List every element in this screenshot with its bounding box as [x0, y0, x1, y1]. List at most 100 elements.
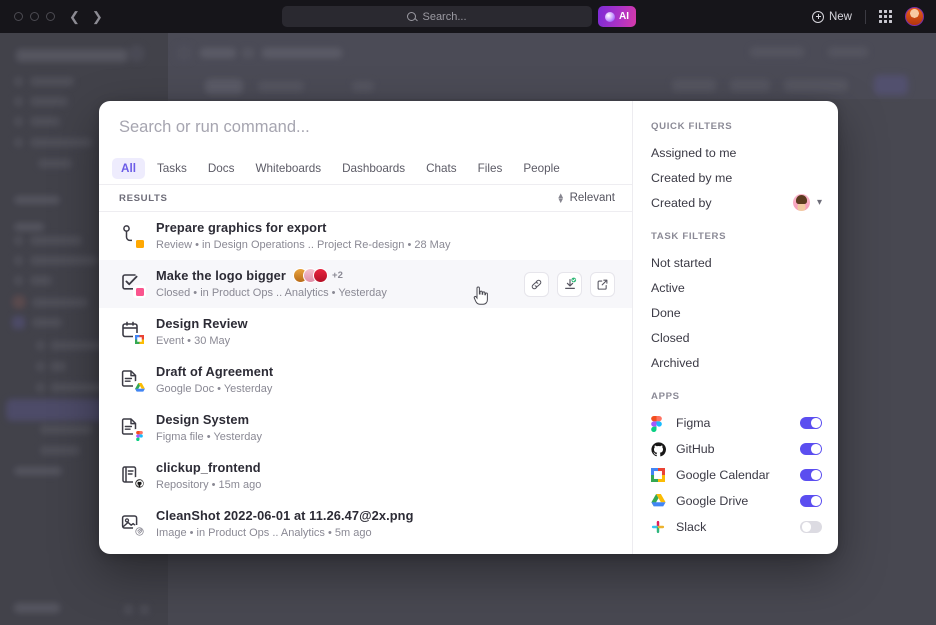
filter-created-by[interactable]: Created by ▾: [633, 190, 838, 215]
status-badge: [133, 285, 146, 298]
filter-assigned-to-me[interactable]: Assigned to me: [633, 140, 838, 165]
nav-back-icon[interactable]: ❮: [69, 10, 80, 23]
app-toggle-figma[interactable]: [800, 416, 822, 430]
status-badge: [133, 237, 146, 250]
results-header: RESULTS ▲ ▼ Relevant: [99, 185, 632, 212]
command-palette-main: All Tasks Docs Whiteboards Dashboards Ch…: [99, 101, 632, 554]
app-toggle-github[interactable]: [800, 442, 822, 456]
result-title: clickup_frontend: [156, 459, 261, 475]
figma-icon: [651, 415, 666, 432]
tab-chats[interactable]: Chats: [417, 158, 466, 179]
tab-people[interactable]: People: [514, 158, 568, 179]
task-check-icon: [119, 271, 146, 298]
screen: ❮ ❯ Search... AI New Search or run comma…: [0, 0, 936, 625]
filters-panel: QUICK FILTERS Assigned to me Created by …: [632, 101, 838, 554]
filter-label: Archived: [651, 355, 700, 370]
filter-closed[interactable]: Closed: [633, 325, 838, 350]
document-icon: [119, 415, 146, 442]
sort-button[interactable]: ▲ ▼ Relevant: [557, 192, 615, 205]
app-label: Google Calendar: [676, 468, 770, 482]
tab-whiteboards[interactable]: Whiteboards: [246, 158, 330, 179]
filter-label: Created by: [651, 195, 712, 210]
result-row-cleanshot-image[interactable]: CleanShot 2022-06-01 at 11.26.47@2x.png …: [99, 500, 632, 548]
tab-docs[interactable]: Docs: [199, 158, 244, 179]
open-external-icon[interactable]: [590, 271, 615, 297]
result-title: Prepare graphics for export: [156, 219, 327, 235]
sort-label: Relevant: [569, 192, 615, 204]
filter-label: Closed: [651, 330, 690, 345]
result-row-design-review[interactable]: Design Review Event • 30 May: [99, 308, 632, 356]
figma-badge-icon: [133, 429, 146, 442]
filter-tabs: All Tasks Docs Whiteboards Dashboards Ch…: [99, 153, 632, 185]
app-label: GitHub: [676, 442, 715, 456]
image-icon: [119, 511, 146, 538]
result-meta: Repository • 15m ago: [156, 478, 262, 491]
app-row-slack[interactable]: Slack: [633, 514, 838, 540]
tab-all[interactable]: All: [112, 158, 145, 179]
app-toggle-google-calendar[interactable]: [800, 468, 822, 482]
result-row-make-logo-bigger[interactable]: Make the logo bigger +2 Closed • in Prod…: [99, 260, 632, 308]
result-row-clickup-frontend[interactable]: clickup_frontend Repository • 15m ago: [99, 452, 632, 500]
new-button[interactable]: New: [811, 10, 852, 23]
results-list: Prepare graphics for export Review • in …: [99, 212, 632, 554]
avatar[interactable]: [792, 194, 810, 211]
result-meta: Closed • in Product Ops .. Analytics • Y…: [156, 286, 387, 299]
filter-done[interactable]: Done: [633, 300, 838, 325]
filter-label: Not started: [651, 255, 712, 270]
window-close-dot[interactable]: [14, 12, 23, 21]
plus-circle-icon: [811, 10, 824, 23]
filter-archived[interactable]: Archived: [633, 350, 838, 375]
global-search-placeholder: Search...: [422, 10, 467, 23]
result-row-prepare-graphics[interactable]: Prepare graphics for export Review • in …: [99, 212, 632, 260]
app-row-figma[interactable]: Figma: [633, 410, 838, 436]
mouse-cursor: [472, 286, 488, 306]
attachment-badge-icon: [133, 525, 146, 538]
google-calendar-badge-icon: [133, 333, 146, 346]
row-actions: [524, 271, 615, 297]
tab-dashboards[interactable]: Dashboards: [333, 158, 414, 179]
result-row-draft-of-agreement[interactable]: Draft of Agreement Google Doc • Yesterda…: [99, 356, 632, 404]
result-meta: Event • 30 May: [156, 334, 231, 347]
link-icon[interactable]: [524, 271, 549, 297]
window-controls[interactable]: [14, 12, 55, 21]
search-icon: [407, 12, 417, 21]
command-search-row: [99, 101, 632, 153]
filter-label: Assigned to me: [651, 145, 737, 160]
ai-orb-icon: [605, 11, 615, 22]
app-row-github[interactable]: GitHub: [633, 436, 838, 462]
pin-check-icon[interactable]: [557, 271, 582, 297]
filter-label: Done: [651, 305, 681, 320]
result-title: CleanShot 2022-06-01 at 11.26.47@2x.png: [156, 507, 414, 523]
quick-filters-header: QUICK FILTERS: [651, 121, 733, 132]
github-icon: [651, 441, 666, 457]
chevron-down-icon[interactable]: ▾: [817, 197, 822, 208]
ai-button[interactable]: AI: [598, 6, 636, 27]
nav-forward-icon[interactable]: ❯: [92, 10, 103, 23]
window-minimize-dot[interactable]: [30, 12, 39, 21]
app-row-google-calendar[interactable]: Google Calendar: [633, 462, 838, 488]
github-badge-icon: [133, 477, 146, 490]
assignee-avatars[interactable]: +2: [292, 267, 343, 283]
result-row-design-system[interactable]: Design System Figma file • Yesterday: [99, 404, 632, 452]
app-toggle-slack[interactable]: [800, 520, 822, 534]
app-titlebar: ❮ ❯ Search... AI New: [0, 0, 936, 33]
result-title: Design Review: [156, 315, 248, 331]
filter-active[interactable]: Active: [633, 275, 838, 300]
command-search-input[interactable]: [119, 117, 612, 137]
document-icon: [119, 367, 146, 394]
global-search-bar[interactable]: Search...: [282, 6, 592, 27]
app-toggle-google-drive[interactable]: [800, 494, 822, 508]
apps-grid-icon[interactable]: [879, 10, 892, 23]
filter-not-started[interactable]: Not started: [633, 250, 838, 275]
tab-tasks[interactable]: Tasks: [148, 158, 196, 179]
filter-created-by-me[interactable]: Created by me: [633, 165, 838, 190]
window-maximize-dot[interactable]: [46, 12, 55, 21]
user-avatar[interactable]: [905, 7, 924, 26]
google-calendar-icon: [651, 467, 666, 483]
app-row-google-drive[interactable]: Google Drive: [633, 488, 838, 514]
task-filters-header: TASK FILTERS: [651, 231, 727, 242]
app-label: Figma: [676, 416, 711, 430]
result-meta: Review • in Design Operations .. Project…: [156, 238, 451, 251]
tab-files[interactable]: Files: [469, 158, 512, 179]
app-label: Google Drive: [676, 494, 749, 508]
